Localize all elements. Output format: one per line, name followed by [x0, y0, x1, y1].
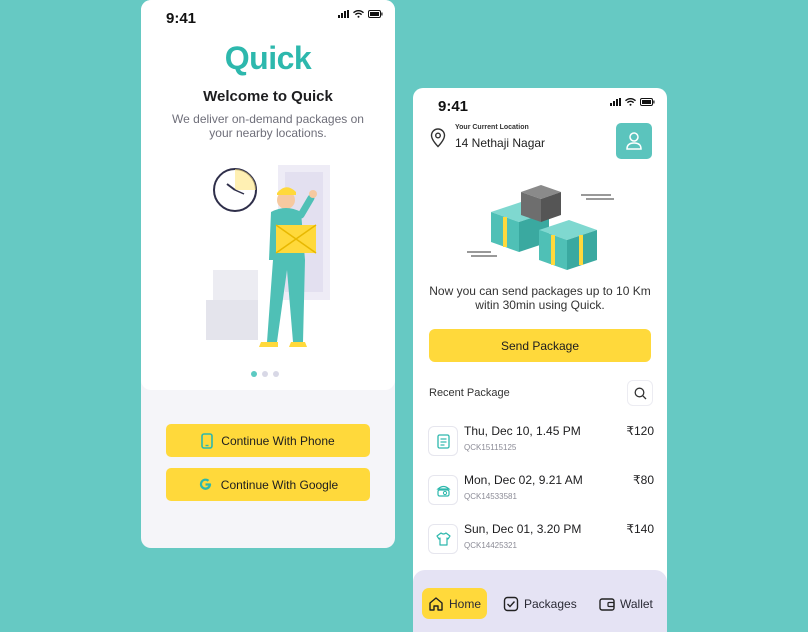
continue-with-google-button[interactable]: Continue With Google [166, 468, 370, 501]
tab-packages[interactable]: Packages [497, 588, 583, 619]
package-price: ₹140 [626, 522, 654, 536]
wifi-icon [353, 10, 364, 18]
google-icon [199, 478, 211, 490]
document-icon [436, 433, 450, 449]
package-code: QCK14533581 [464, 492, 517, 501]
package-row[interactable]: Mon, Dec 02, 9.21 AM QCK14533581 ₹80 [428, 473, 654, 513]
package-date: Mon, Dec 02, 9.21 AM [464, 473, 583, 487]
quick-logo: Quick [224, 40, 312, 76]
continue-with-google-label: Continue With Google [220, 477, 339, 492]
package-price: ₹120 [626, 424, 654, 438]
welcome-subtitle: We deliver on-demand packages on your ne… [172, 112, 364, 140]
status-icons [338, 10, 383, 18]
welcome-title: Welcome to Quick [203, 88, 333, 105]
tab-home-label: Home [449, 596, 482, 611]
page-dot[interactable] [273, 371, 279, 377]
food-icon [435, 485, 451, 497]
search-icon [634, 387, 646, 399]
home-icon [429, 596, 443, 611]
send-package-button[interactable]: Send Package [429, 329, 651, 362]
tab-home[interactable]: Home [422, 588, 488, 619]
battery-icon [640, 98, 655, 106]
status-bar: 9:41 [141, 0, 395, 36]
search-button[interactable] [627, 380, 653, 406]
bottom-tab-bar: Home Packages Wallet [413, 570, 667, 632]
signal-icon [338, 10, 349, 18]
packages-illustration [467, 185, 614, 270]
continue-with-phone-button[interactable]: Continue With Phone [166, 424, 370, 457]
continue-with-phone-label: Continue With Phone [221, 433, 335, 448]
package-date: Thu, Dec 10, 1.45 PM [464, 424, 581, 438]
package-type-icon-box [428, 475, 458, 505]
tab-packages-label: Packages [524, 596, 577, 611]
package-code: QCK14425321 [464, 541, 517, 550]
package-type-icon-box [428, 426, 458, 456]
package-code: QCK15115125 [464, 443, 517, 452]
package-type-icon-box [428, 524, 458, 554]
status-time: 9:41 [166, 10, 197, 27]
recent-package-title: Recent Package [429, 387, 510, 399]
battery-icon [368, 10, 383, 18]
tab-wallet[interactable]: Wallet [593, 588, 659, 619]
page-indicator [251, 371, 279, 377]
status-bar: 9:41 [413, 88, 667, 124]
profile-button[interactable] [616, 123, 652, 159]
page-dot[interactable] [262, 371, 268, 377]
shirt-icon [435, 532, 451, 546]
package-date: Sun, Dec 01, 3.20 PM [464, 522, 582, 536]
tab-wallet-label: Wallet [620, 596, 653, 611]
package-row[interactable]: Sun, Dec 01, 3.20 PM QCK14425321 ₹140 [428, 522, 654, 562]
wallet-icon [599, 597, 615, 611]
onboarding-screen: 9:41 Quick Welcome to Quick We deliver o… [141, 0, 395, 548]
package-price: ₹80 [633, 473, 654, 487]
page-dot-active[interactable] [251, 371, 257, 377]
location-pin-icon [430, 128, 446, 148]
status-time: 9:41 [438, 98, 469, 115]
location-caption: Your Current Location [455, 124, 529, 131]
promo-message: Now you can send packages up to 10 Km wi… [429, 284, 651, 312]
home-screen: 9:41 Your Current Location 14 Nethaji Na… [413, 88, 667, 632]
wifi-icon [625, 98, 636, 106]
onboarding-panel: 9:41 Quick Welcome to Quick We deliver o… [141, 0, 395, 390]
packages-icon [503, 596, 519, 611]
delivery-person-illustration [206, 165, 330, 347]
user-icon [626, 132, 642, 150]
status-icons [610, 98, 655, 106]
current-location[interactable]: 14 Nethaji Nagar [455, 136, 545, 150]
signal-icon [610, 98, 621, 106]
phone-icon [201, 432, 214, 449]
package-row[interactable]: Thu, Dec 10, 1.45 PM QCK15115125 ₹120 [428, 424, 654, 464]
